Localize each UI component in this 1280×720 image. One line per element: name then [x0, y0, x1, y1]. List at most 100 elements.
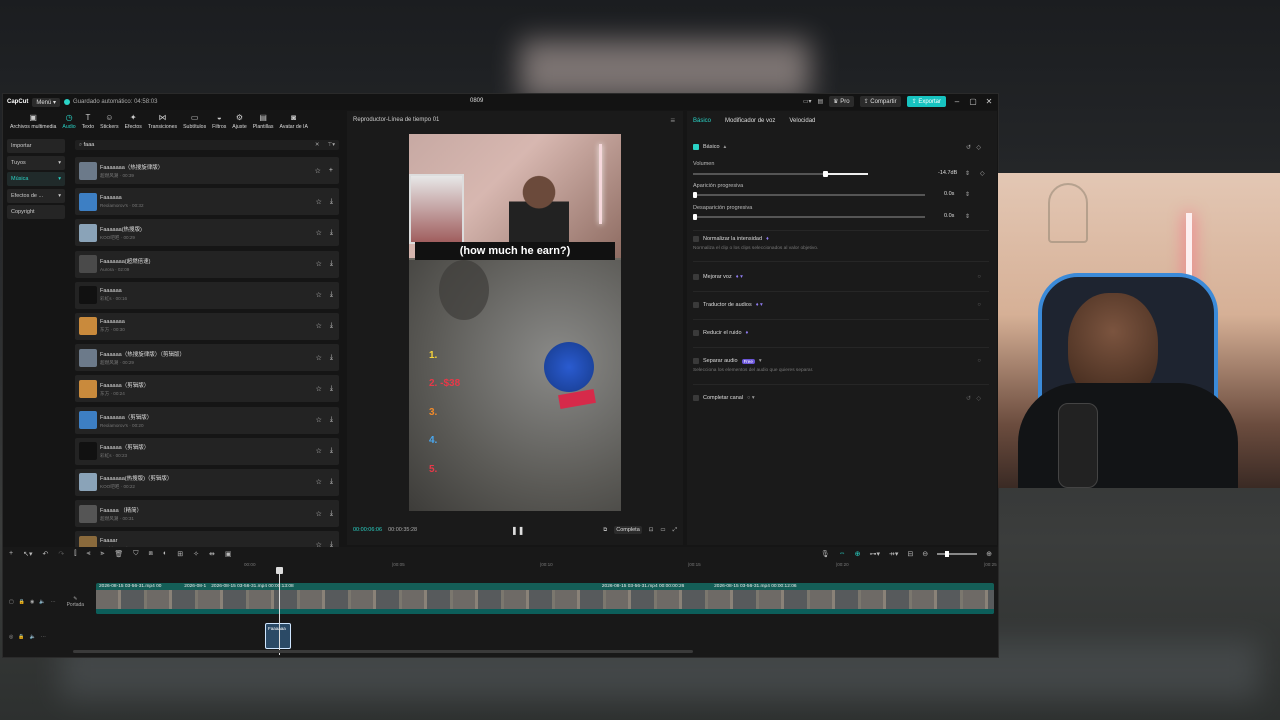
- list-item[interactable]: Faaaaaa（剪辑版） 彩虹s · 00:23 ☆ ⤓: [75, 437, 339, 465]
- fade-in-stepper-icon[interactable]: ⇕: [965, 191, 970, 198]
- download-icon[interactable]: ⤓: [330, 416, 333, 424]
- screen-icon[interactable]: ▣: [225, 550, 232, 558]
- video-track[interactable]: 2026-08-15 03-56-31.mp4 00 2026-08-1 2026-…: [96, 583, 994, 614]
- split-right-icon[interactable]: ⫸: [100, 550, 104, 558]
- close-icon[interactable]: ✕: [984, 97, 994, 106]
- undo-icon[interactable]: ↶: [42, 550, 48, 558]
- preview-axis-icon[interactable]: ⇸▾: [889, 550, 898, 558]
- clear-icon[interactable]: ✕: [315, 142, 320, 148]
- list-item[interactable]: Faaaaa （精简） 超燃风潮 · 00:31 ☆ ⤓: [75, 500, 339, 528]
- menu-button[interactable]: Menú ▾: [32, 97, 61, 107]
- time-ruler[interactable]: 00:00|00:05|00:10|00:15|00:20|00:25|00:3…: [98, 560, 998, 572]
- eye-icon[interactable]: ◉: [30, 599, 34, 605]
- playhead[interactable]: [276, 567, 283, 655]
- timeline-scrollbar[interactable]: [73, 650, 693, 653]
- lock-icon[interactable]: 🔒: [18, 634, 24, 640]
- favorite-icon[interactable]: ☆: [316, 510, 322, 518]
- favorite-icon[interactable]: ☆: [316, 322, 322, 330]
- category-item[interactable]: Tuyos ▾: [7, 155, 65, 170]
- tab-transition[interactable]: ⋈ Transiciones: [145, 111, 180, 133]
- chevron-up-icon[interactable]: ▴: [724, 144, 727, 150]
- tab-audio[interactable]: ◷ Audio: [59, 111, 78, 133]
- list-item[interactable]: Faaaaaaa(热搜版)（剪辑版） KOO吧吧 · 00:22 ☆ ⤓: [75, 468, 339, 496]
- download-icon[interactable]: ⤓: [330, 198, 333, 206]
- filter-icon[interactable]: ⊤▾: [327, 142, 335, 148]
- minimize-icon[interactable]: –: [952, 97, 962, 106]
- enhance-voice-checkbox[interactable]: [693, 274, 699, 280]
- audio-track-icon[interactable]: ◎: [9, 634, 13, 640]
- list-item[interactable]: Faaaaaa Reolamorov's · 00:32 ☆ ⤓: [75, 188, 339, 216]
- download-icon[interactable]: ⤓: [330, 322, 333, 330]
- tab-adjust[interactable]: ⚙ Ajuste: [229, 111, 249, 133]
- aspect-icon[interactable]: ▭: [660, 527, 665, 533]
- basic-checkbox[interactable]: [693, 144, 699, 150]
- select-icon[interactable]: ↖▾: [23, 550, 32, 558]
- list-item[interactable]: Faaaaaaa（热搜旋律版） 超燃风潮 · 00:39 ☆ +: [75, 157, 339, 184]
- favorite-icon[interactable]: ☆: [315, 167, 321, 175]
- separate-audio-checkbox[interactable]: [693, 358, 699, 364]
- chevron-down-icon[interactable]: ○ ▾: [747, 395, 755, 401]
- zoom-in-icon[interactable]: ⊕: [986, 550, 992, 558]
- zoom-slider[interactable]: [937, 550, 978, 557]
- zoom-out-icon[interactable]: ⊖: [922, 550, 928, 558]
- more-icon[interactable]: ⋯: [51, 599, 56, 605]
- tab-text[interactable]: T Texto: [79, 111, 97, 133]
- list-item[interactable]: Faaaaaaa（剪辑版） Reolamorov's · 00:20 ☆ ⤓: [75, 406, 339, 434]
- layout-icon[interactable]: ▭▾: [803, 98, 812, 105]
- favorite-icon[interactable]: ☆: [316, 447, 322, 455]
- category-item[interactable]: Copyright: [7, 205, 65, 219]
- complete-channel-checkbox[interactable]: [693, 395, 699, 401]
- tab-template[interactable]: ▤ Plantillas: [250, 111, 277, 133]
- shortcut-icon[interactable]: ▤: [818, 98, 824, 105]
- crop-tool-icon[interactable]: ⧈: [149, 550, 153, 558]
- ai-icon[interactable]: ◐: [163, 550, 167, 557]
- audio-mute-icon[interactable]: 🔈: [30, 634, 36, 640]
- project-name[interactable]: 0809: [470, 98, 483, 104]
- shield-icon[interactable]: ⛉: [133, 550, 138, 558]
- freeze-icon[interactable]: ⊞: [177, 550, 183, 558]
- tab-speed[interactable]: Velocidad: [789, 118, 815, 124]
- crop-icon[interactable]: ⧉: [603, 527, 607, 534]
- fade-out-handle[interactable]: [693, 214, 697, 220]
- tab-avatar[interactable]: ◙ Avatar de IA: [276, 111, 310, 133]
- track-fold-icon[interactable]: ▢: [9, 599, 14, 605]
- noise-reduction-checkbox[interactable]: [693, 330, 699, 336]
- redo-icon[interactable]: ↷: [58, 550, 64, 558]
- tab-voice-changer[interactable]: Modificador de voz: [725, 118, 775, 124]
- add-icon[interactable]: +: [9, 550, 13, 557]
- volume-keyframe-icon[interactable]: ◇: [980, 170, 985, 177]
- audio-mute-icon[interactable]: 🔈: [39, 599, 45, 605]
- info-icon[interactable]: ○: [977, 274, 981, 280]
- favorite-icon[interactable]: ☆: [316, 291, 322, 299]
- favorite-icon[interactable]: ☆: [316, 385, 322, 393]
- split-icon[interactable]: ⫿: [74, 550, 76, 558]
- more-icon[interactable]: ⋯: [41, 634, 46, 640]
- microphone-icon[interactable]: 🎙: [821, 550, 830, 558]
- video-preview[interactable]: (how much he earn?) 1. 2. -$38 3. 4. 5.: [409, 134, 621, 511]
- play-pause-icon[interactable]: ❚❚: [511, 526, 524, 535]
- delete-icon[interactable]: 🗑: [114, 550, 123, 558]
- magnet-icon[interactable]: ⊕: [855, 550, 861, 558]
- fade-in-handle[interactable]: [693, 192, 697, 198]
- list-item[interactable]: Faaaaaa（热搜旋律版）（剪辑版） 超燃风潮 · 00:29 ☆ ⤓: [75, 344, 339, 372]
- zoom-fit-icon[interactable]: ⊡: [649, 527, 654, 533]
- fade-in-slider[interactable]: [693, 194, 925, 196]
- favorite-icon[interactable]: ☆: [316, 354, 322, 362]
- info-icon[interactable]: ○: [977, 302, 981, 308]
- lock-icon[interactable]: 🔒: [19, 599, 25, 605]
- caption-icon[interactable]: ⊟: [907, 550, 913, 558]
- connect-icon[interactable]: ⊶▾: [869, 550, 880, 558]
- tab-sticker[interactable]: ☺ Stickers: [97, 111, 121, 133]
- download-icon[interactable]: ⤓: [330, 510, 333, 518]
- search-input[interactable]: faaa: [84, 142, 95, 148]
- download-icon[interactable]: ⤓: [330, 291, 333, 299]
- download-icon[interactable]: ⤓: [330, 354, 333, 362]
- fade-in-value[interactable]: 0.0s: [944, 191, 954, 197]
- category-item[interactable]: Importar: [7, 139, 65, 153]
- link-icon[interactable]: ⇔: [839, 550, 846, 557]
- favorite-icon[interactable]: ☆: [316, 478, 322, 486]
- maximize-icon[interactable]: ▢: [968, 97, 978, 106]
- favorite-icon[interactable]: ☆: [316, 416, 322, 424]
- download-icon[interactable]: ⤓: [330, 478, 333, 486]
- reset-icon[interactable]: ↺: [966, 144, 971, 151]
